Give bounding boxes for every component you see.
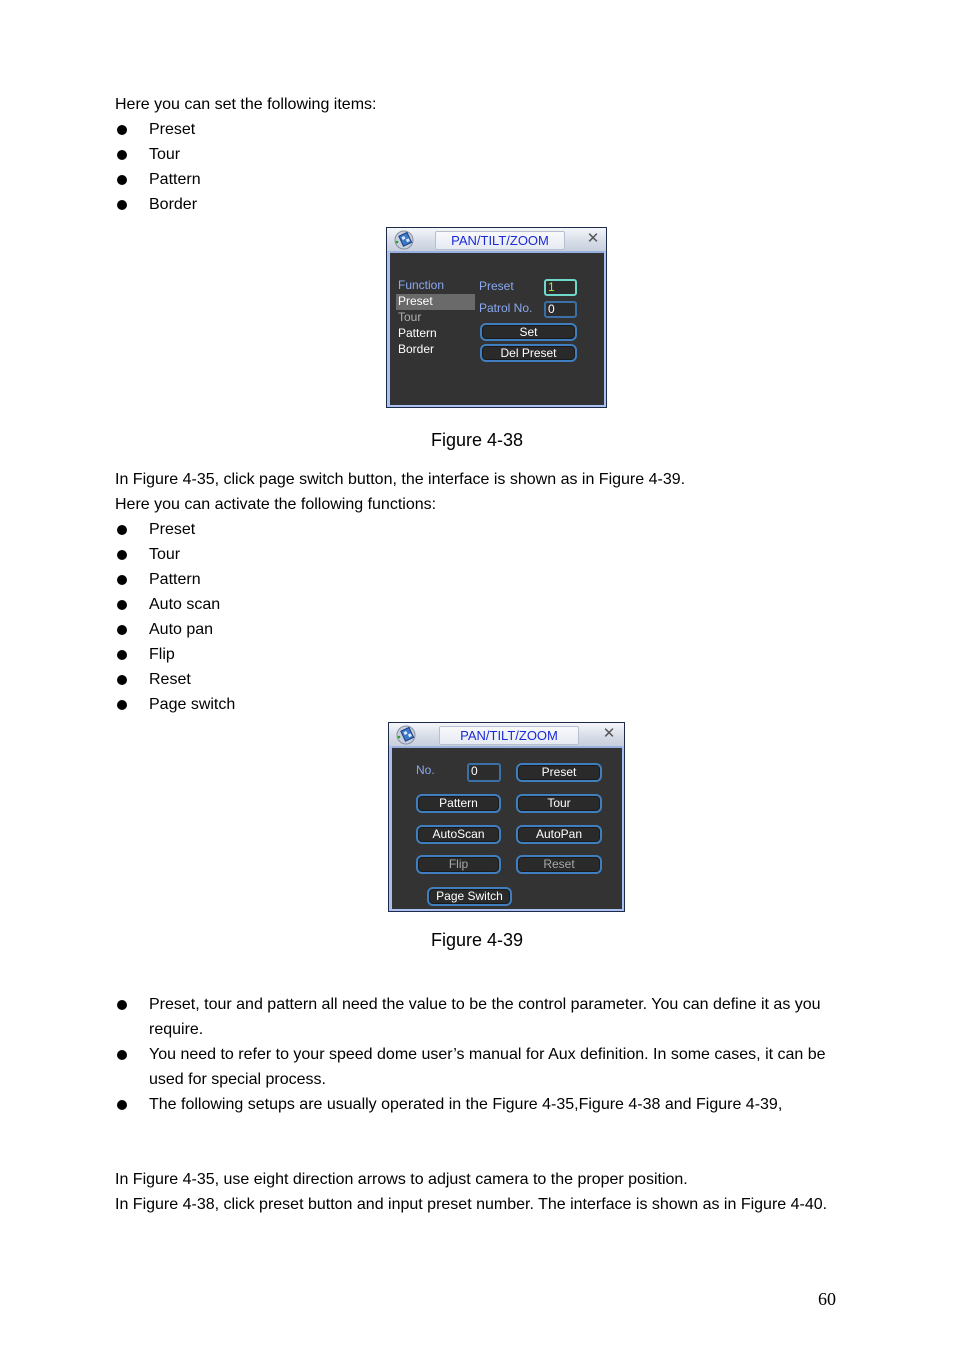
autoscan-button[interactable]: AutoScan: [416, 825, 501, 844]
reset-button[interactable]: Reset: [516, 855, 602, 874]
bullet-icon: [117, 575, 127, 585]
figure-caption: Figure 4-38: [430, 430, 524, 450]
preset-input[interactable]: 1: [544, 279, 577, 296]
camera-logo-icon: [396, 725, 416, 745]
bullet-icon: [117, 625, 127, 635]
no-label: No.: [416, 763, 435, 777]
bullet-icon: [117, 550, 127, 560]
camera-logo-icon: [394, 230, 414, 250]
bullet-icon: [117, 200, 127, 210]
menu-item-tour[interactable]: Tour: [398, 310, 421, 325]
frame-left: [387, 251, 390, 407]
page-number: 60: [818, 1289, 836, 1309]
ptz-dialog-figure-38: PAN/TILT/ZOOM ✕ Function Preset Tour Pat…: [386, 227, 607, 408]
function-menu-header: Function: [398, 278, 445, 292]
bullet-icon: [117, 1100, 127, 1110]
no-input[interactable]: 0: [467, 763, 501, 782]
frame-left: [389, 746, 392, 911]
close-icon[interactable]: ✕: [586, 231, 600, 247]
bullet-icon: [117, 125, 127, 135]
intro-text: Here you can activate the following func…: [115, 496, 437, 513]
flip-button[interactable]: Flip: [416, 855, 501, 874]
pattern-button[interactable]: Pattern: [416, 794, 501, 813]
bullet-icon: [117, 525, 127, 535]
patrol-no-input[interactable]: 0: [544, 301, 577, 318]
preset-label: Preset: [479, 279, 514, 293]
tour-button[interactable]: Tour: [516, 794, 602, 813]
figure-caption: Figure 4-39: [430, 930, 524, 950]
bullet-icon: [117, 150, 127, 160]
frame-right: [604, 251, 606, 407]
del-preset-button[interactable]: Del Preset: [480, 344, 577, 362]
dialog-title: PAN/TILT/ZOOM: [439, 726, 579, 745]
frame-right: [622, 746, 624, 911]
close-icon[interactable]: ✕: [602, 726, 616, 742]
bullet-icon: [117, 1000, 127, 1010]
bullet-icon: [117, 1050, 127, 1060]
dialog-title: PAN/TILT/ZOOM: [435, 231, 565, 250]
page-switch-button[interactable]: Page Switch: [427, 887, 512, 906]
menu-item-border[interactable]: Border: [398, 342, 434, 357]
menu-item-preset[interactable]: Preset: [398, 294, 433, 309]
bullet-icon: [117, 700, 127, 710]
bullet-icon: [117, 650, 127, 660]
set-button[interactable]: Set: [480, 323, 577, 341]
bullet-icon: [117, 175, 127, 185]
frame-bottom: [389, 909, 624, 911]
ptz-dialog-figure-39: PAN/TILT/ZOOM ✕ No. 0 Preset Pattern Tou…: [388, 722, 625, 912]
paragraph: In Figure 4-38, click preset button and …: [115, 1196, 828, 1213]
intro-text: Here you can set the following items:: [115, 96, 377, 113]
frame-bottom: [387, 405, 606, 407]
paragraph: In Figure 4-35, use eight direction arro…: [115, 1171, 688, 1188]
bullet-icon: [117, 675, 127, 685]
bullet-icon: [117, 600, 127, 610]
patrol-no-label: Patrol No.: [479, 301, 533, 315]
autopan-button[interactable]: AutoPan: [516, 825, 602, 844]
preset-button[interactable]: Preset: [516, 763, 602, 782]
menu-item-pattern[interactable]: Pattern: [398, 326, 437, 341]
paragraph: In Figure 4-35, click page switch button…: [115, 471, 686, 488]
